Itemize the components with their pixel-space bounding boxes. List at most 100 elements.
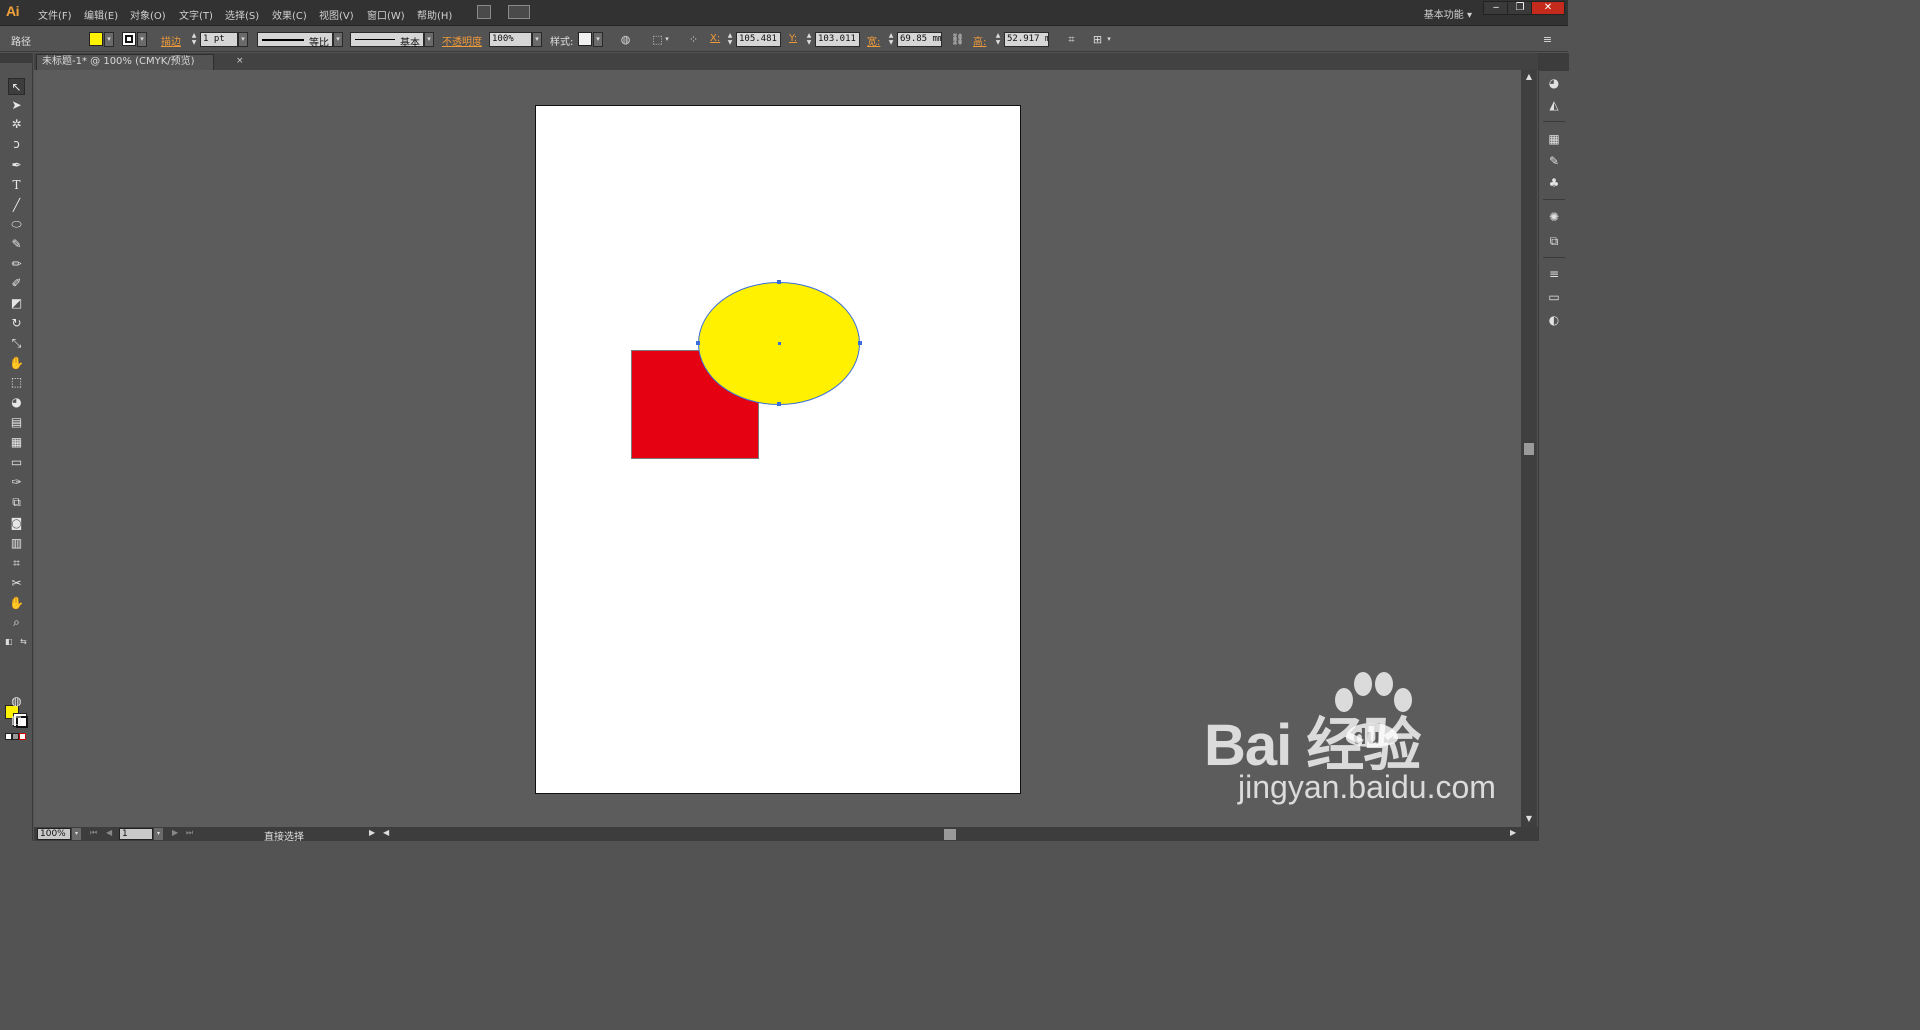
status-menu-arrow-icon[interactable]: ▶: [369, 828, 375, 837]
width-field[interactable]: 69.85 mm: [897, 32, 942, 47]
slice-tool-icon[interactable]: ✂: [8, 575, 25, 592]
profile-dropdown[interactable]: ▾: [333, 32, 343, 47]
brush-definition[interactable]: 基本: [350, 32, 424, 49]
style-dropdown[interactable]: ▾: [593, 32, 603, 47]
panel-menu-icon[interactable]: ≡: [1540, 32, 1555, 47]
x-stepper[interactable]: ▲ ▼: [726, 32, 734, 47]
symbols-panel-icon[interactable]: ♣: [1546, 175, 1562, 191]
screen-mode-icon[interactable]: ⧠: [8, 713, 25, 730]
blend-tool-icon[interactable]: ⧉: [8, 494, 25, 511]
line-tool-icon[interactable]: ╱: [8, 197, 25, 214]
gradient-mode-icon[interactable]: [12, 733, 19, 740]
pencil-tool-icon[interactable]: ✏: [8, 256, 25, 273]
menu-object[interactable]: 对象(O): [130, 7, 166, 22]
stroke-panel-icon[interactable]: ≡: [1546, 266, 1562, 282]
gradient-panel-icon[interactable]: ▭: [1546, 289, 1562, 305]
stroke-weight-field[interactable]: 1 pt: [200, 32, 238, 47]
menu-effect[interactable]: 效果(C): [272, 7, 307, 22]
menu-window[interactable]: 窗口(W): [367, 7, 405, 22]
direct-selection-tool-icon[interactable]: ➤: [8, 97, 25, 114]
menu-view[interactable]: 视图(V): [319, 7, 354, 22]
eyedropper-tool-icon[interactable]: ✑: [8, 474, 25, 491]
eraser-tool-icon[interactable]: ◩: [8, 295, 25, 312]
stroke-weight-dropdown[interactable]: ▾: [238, 32, 248, 47]
link-icon[interactable]: ⛓: [950, 32, 965, 47]
restore-button[interactable]: ❐: [1507, 1, 1533, 15]
default-colors-icon[interactable]: ◧: [5, 637, 13, 646]
last-artboard-icon[interactable]: ⏭: [186, 828, 193, 838]
vertical-scrollbar[interactable]: ▲ ▼: [1521, 70, 1537, 827]
anchor-point-top[interactable]: [777, 280, 781, 284]
zoom-field[interactable]: 100%: [37, 828, 71, 840]
lasso-tool-icon[interactable]: ↄ: [8, 136, 25, 153]
artboard-number-field[interactable]: 1: [119, 828, 153, 840]
artboard[interactable]: [535, 105, 1021, 794]
perspective-grid-tool-icon[interactable]: ▤: [8, 414, 25, 431]
menu-edit[interactable]: 编辑(E): [84, 7, 118, 22]
magic-wand-tool-icon[interactable]: ✲: [8, 116, 25, 133]
horizontal-scroll-thumb[interactable]: [944, 829, 956, 840]
appearance-panel-icon[interactable]: ✺: [1546, 209, 1562, 225]
menu-type[interactable]: 文字(T): [179, 7, 213, 22]
workspace-switcher[interactable]: 基本功能 ▾: [1424, 6, 1472, 21]
toolbar-grip[interactable]: [0, 53, 33, 63]
stroke-weight-stepper[interactable]: ▲ ▼: [190, 32, 198, 47]
fill-dropdown[interactable]: ▾: [104, 32, 114, 47]
mesh-tool-icon[interactable]: ▦: [8, 434, 25, 451]
opacity-panel-link[interactable]: 不透明度: [442, 33, 482, 48]
type-tool-icon[interactable]: T: [8, 177, 25, 194]
scroll-up-icon[interactable]: ▲: [1521, 72, 1537, 81]
canvas[interactable]: du Bai 经验 jingyan.baidu.com: [34, 70, 1521, 827]
minimize-button[interactable]: ‒: [1483, 1, 1509, 15]
color-panel-icon[interactable]: ◕: [1546, 75, 1562, 91]
graphic-styles-panel-icon[interactable]: ⧉: [1546, 233, 1562, 249]
brush-dropdown[interactable]: ▾: [424, 32, 434, 47]
menu-help[interactable]: 帮助(H): [417, 7, 452, 22]
stroke-color-swatch[interactable]: [122, 32, 136, 46]
artboard-tool-icon[interactable]: ⌗: [8, 555, 25, 572]
height-field[interactable]: 52.917 mm: [1004, 32, 1049, 47]
align-dropdown-icon[interactable]: ▾: [663, 32, 671, 47]
vertical-scroll-thumb[interactable]: [1524, 443, 1534, 455]
x-position-field[interactable]: 105.481 mm: [736, 32, 781, 47]
swatches-panel-icon[interactable]: ▦: [1546, 131, 1562, 147]
height-stepper[interactable]: ▲ ▼: [994, 32, 1002, 47]
swap-colors-icon[interactable]: ⇆: [20, 637, 27, 646]
close-window-button[interactable]: ✕: [1531, 1, 1565, 15]
recolor-artwork-icon[interactable]: ◍: [618, 32, 633, 47]
paintbrush-tool-icon[interactable]: ✎: [8, 236, 25, 253]
color-mode-icon[interactable]: [5, 733, 12, 740]
ellipse-tool-icon[interactable]: ⬭: [8, 216, 25, 233]
rotate-tool-icon[interactable]: ↻: [8, 315, 25, 332]
scroll-right-icon[interactable]: ▶: [1510, 828, 1516, 837]
isolate-icon[interactable]: ⊞: [1090, 32, 1105, 47]
zoom-dropdown[interactable]: ▾: [72, 828, 81, 840]
color-guide-panel-icon[interactable]: ◭: [1546, 97, 1562, 113]
hand-tool-icon[interactable]: ✋: [8, 595, 25, 612]
previous-artboard-icon[interactable]: ◀: [106, 828, 112, 837]
warp-tool-icon[interactable]: ✋: [8, 355, 25, 372]
anchor-point-right[interactable]: [858, 341, 862, 345]
scroll-down-icon[interactable]: ▼: [1521, 814, 1537, 823]
arrange-documents-icon[interactable]: [508, 5, 530, 19]
draw-mode-icon[interactable]: ◍: [8, 693, 25, 710]
menu-file[interactable]: 文件(F): [38, 7, 72, 22]
scroll-left-icon[interactable]: ◀: [383, 828, 389, 837]
opacity-dropdown[interactable]: ▾: [532, 32, 542, 47]
next-artboard-icon[interactable]: ▶: [172, 828, 178, 837]
menu-select[interactable]: 选择(S): [225, 7, 259, 22]
width-stepper[interactable]: ▲ ▼: [887, 32, 895, 47]
transparency-panel-icon[interactable]: ◐: [1546, 312, 1562, 328]
gradient-tool-icon[interactable]: ▭: [8, 454, 25, 471]
anchor-point-left[interactable]: [696, 341, 700, 345]
scale-tool-icon[interactable]: ⤡: [8, 335, 25, 352]
stroke-dropdown[interactable]: ▾: [137, 32, 147, 47]
stroke-panel-link[interactable]: 描边: [161, 33, 181, 48]
selection-tool-icon[interactable]: ↖: [8, 78, 25, 95]
free-transform-tool-icon[interactable]: ⬚: [8, 374, 25, 391]
transform-icon[interactable]: ⌗: [1064, 32, 1079, 47]
blob-brush-tool-icon[interactable]: ✐: [8, 275, 25, 292]
anchor-point-bottom[interactable]: [777, 402, 781, 406]
symbol-sprayer-tool-icon[interactable]: ◙: [8, 515, 25, 532]
brushes-panel-icon[interactable]: ✎: [1546, 153, 1562, 169]
